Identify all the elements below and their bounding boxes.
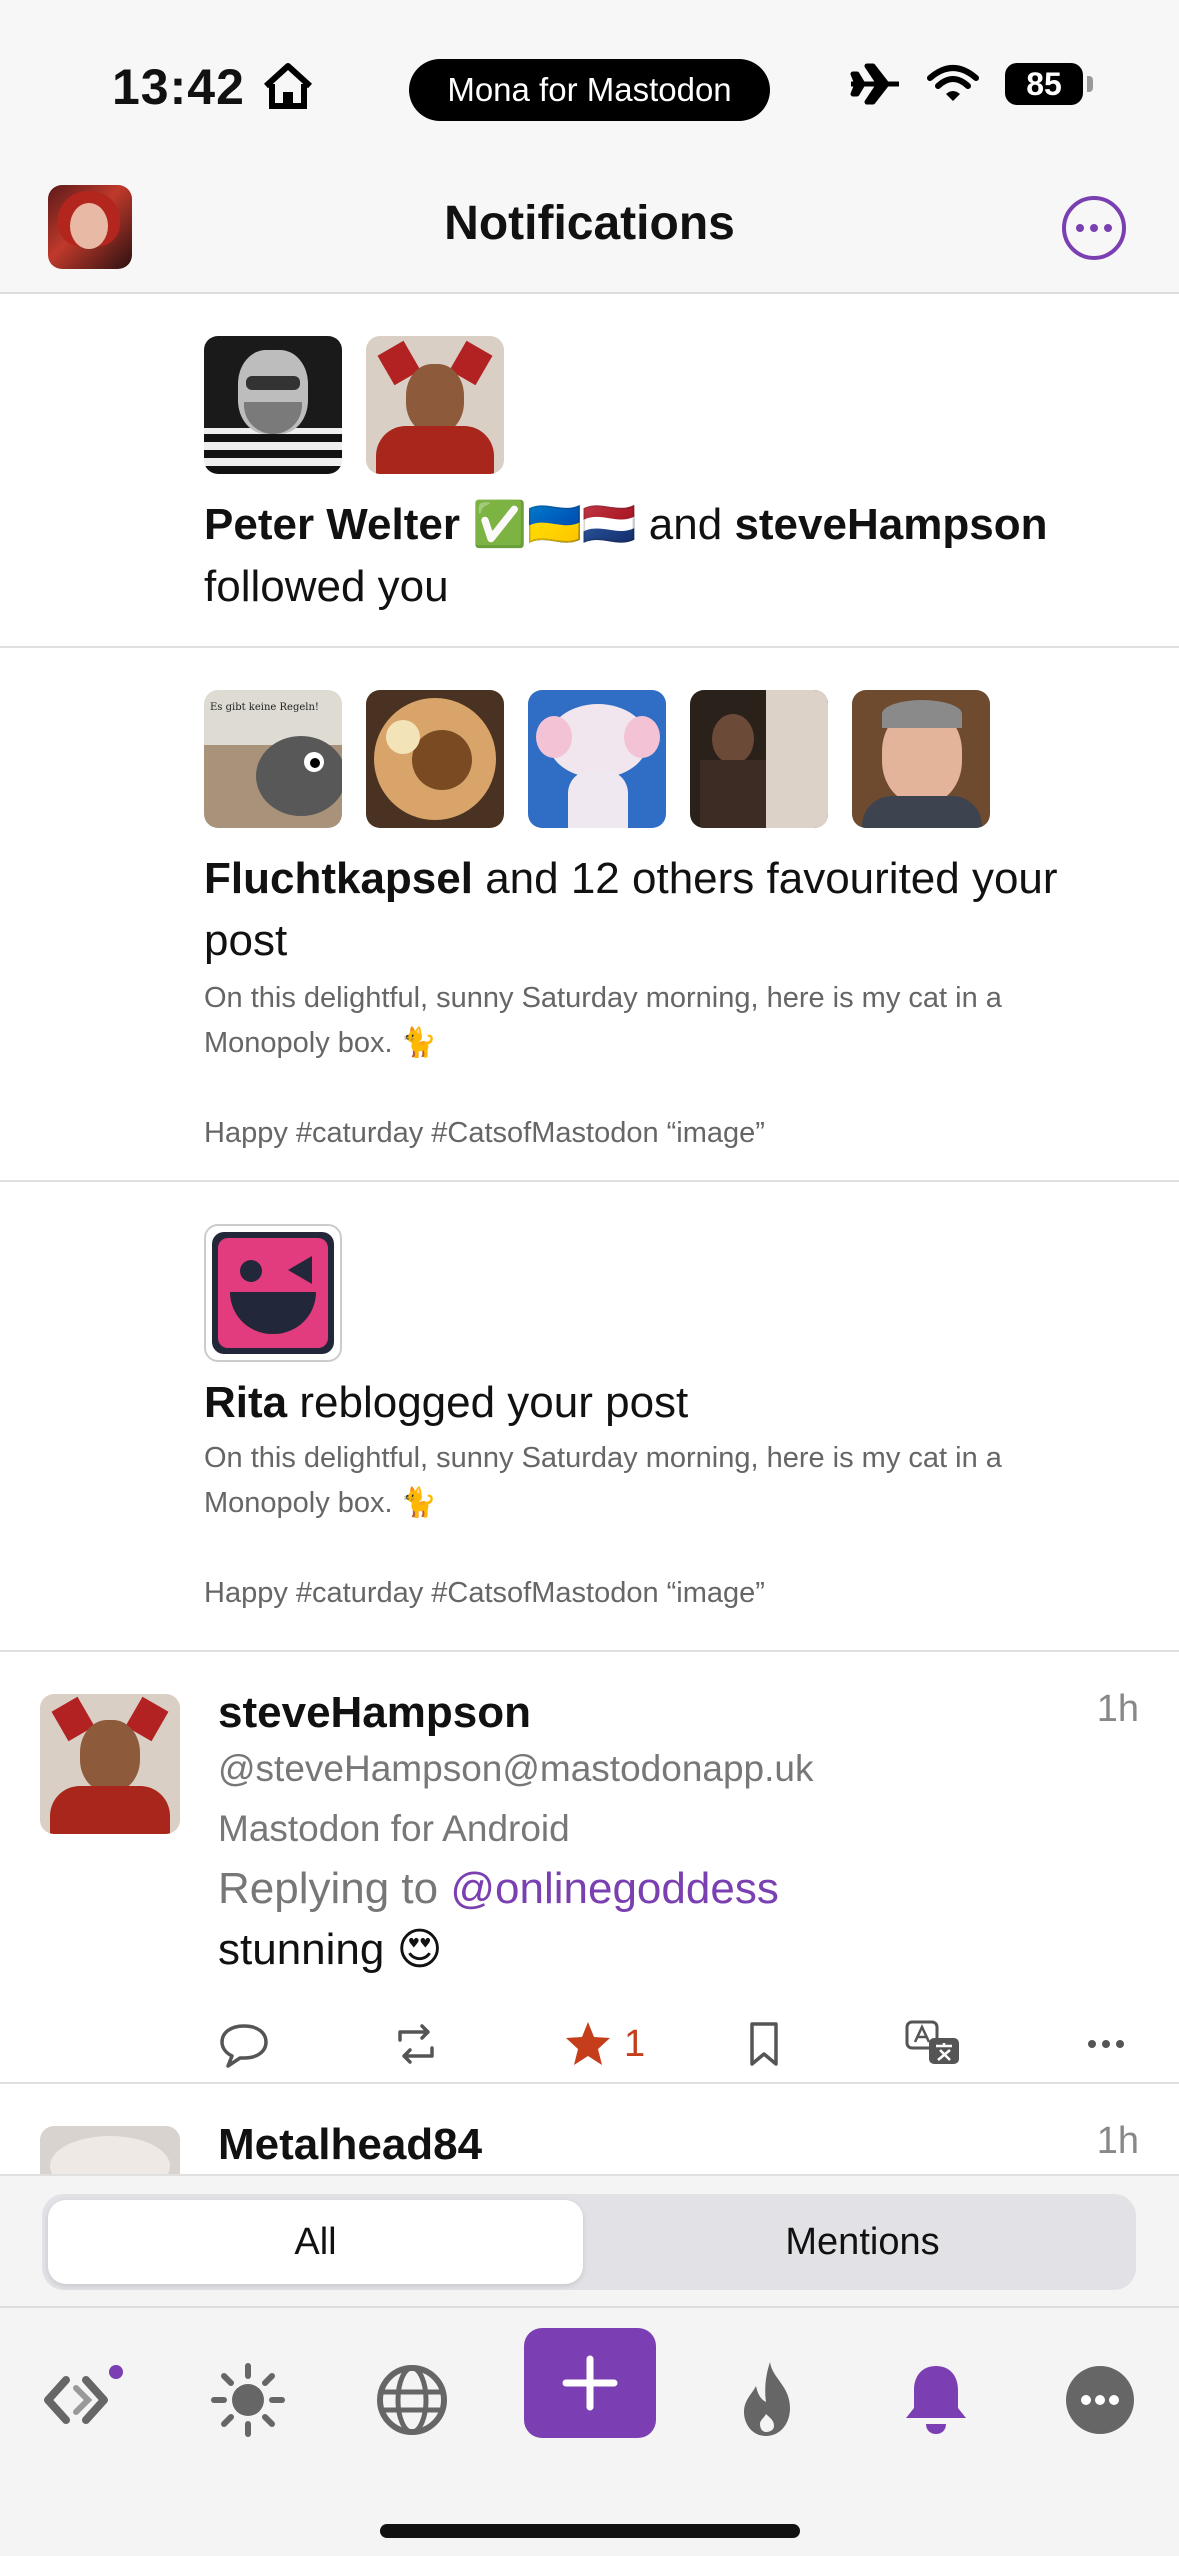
- avatar[interactable]: [40, 1694, 180, 1834]
- globe-icon: [377, 2365, 447, 2435]
- tab-explore[interactable]: [356, 2344, 468, 2456]
- reply-button[interactable]: [218, 2016, 270, 2072]
- more-icon: [1066, 2366, 1134, 2434]
- status-bar: 13:42 Mona for Mastodon 85: [0, 0, 1179, 170]
- favourite-count: 1: [624, 2022, 646, 2065]
- bookmark-button[interactable]: [738, 2016, 790, 2072]
- follower-name[interactable]: Peter Welter: [204, 500, 460, 549]
- battery-indicator: 85: [1005, 63, 1093, 105]
- tab-notifications[interactable]: [880, 2344, 992, 2456]
- ellipsis-icon: [1088, 2040, 1124, 2048]
- tab-timeline[interactable]: [28, 2344, 140, 2456]
- follower-name[interactable]: steveHampson: [734, 500, 1047, 549]
- translate-button[interactable]: [898, 2016, 968, 2072]
- post-author-handle: @steveHampson@mastodonapp.uk: [218, 1748, 814, 1789]
- notification-favourite[interactable]: Es gibt keine Regeln! Fluchtkapsel and 1…: [0, 648, 1179, 1182]
- tab-mentions[interactable]: Mentions: [595, 2200, 1130, 2284]
- notification-post[interactable]: Metalhead84 1h: [0, 2084, 1179, 2174]
- avatar[interactable]: [366, 336, 504, 474]
- notification-action: reblogged your post: [287, 1378, 689, 1427]
- avatar[interactable]: [366, 690, 504, 828]
- flame-icon: [744, 2362, 790, 2436]
- sun-icon: [211, 2363, 285, 2437]
- avatar[interactable]: [40, 2126, 180, 2174]
- notifications-feed[interactable]: Peter Welter ✅🇺🇦🇳🇱 and steveHampson foll…: [0, 294, 1179, 2174]
- airplane-icon: [850, 63, 899, 105]
- avatar[interactable]: [690, 690, 828, 828]
- post-body: stunning 😍: [218, 1925, 443, 1974]
- star-icon: [566, 2022, 610, 2065]
- status-icons: 85: [849, 62, 1093, 106]
- notification-action: followed you: [204, 562, 449, 611]
- post-author-name[interactable]: Metalhead84: [218, 2120, 482, 2170]
- notification-follow[interactable]: Peter Welter ✅🇺🇦🇳🇱 and steveHampson foll…: [0, 294, 1179, 648]
- post-timestamp: 1h: [1096, 1688, 1139, 1730]
- notification-mention-post[interactable]: steveHampson 1h @steveHampson@mastodonap…: [0, 1652, 1179, 2084]
- post-actions: 1: [218, 2016, 1138, 2072]
- favouriter-name[interactable]: Fluchtkapsel: [204, 854, 473, 903]
- plus-icon: [562, 2355, 618, 2411]
- reblogger-name[interactable]: Rita: [204, 1378, 287, 1427]
- avatar[interactable]: Es gibt keine Regeln!: [204, 690, 342, 828]
- favourite-button[interactable]: 1: [562, 2016, 645, 2072]
- app-pill: Mona for Mastodon: [409, 59, 770, 121]
- filter-bar: All Mentions: [0, 2174, 1179, 2306]
- avatar[interactable]: [528, 690, 666, 828]
- post-preview[interactable]: On this delightful, sunny Saturday morni…: [204, 1436, 1104, 1616]
- notification-conjunction: and: [636, 500, 735, 549]
- post-preview[interactable]: On this delightful, sunny Saturday morni…: [204, 976, 1104, 1156]
- navigation-bar: Notifications: [0, 170, 1179, 294]
- bell-icon: [906, 2366, 966, 2434]
- avatar[interactable]: [204, 1224, 342, 1362]
- compose-button[interactable]: [524, 2328, 656, 2438]
- tab-trending[interactable]: [712, 2344, 824, 2456]
- page-title: Notifications: [444, 197, 735, 250]
- post-client: Mastodon for Android: [218, 1808, 570, 1849]
- notification-reblog[interactable]: Rita reblogged your post On this delight…: [0, 1182, 1179, 1652]
- bookmark-icon: [750, 2022, 778, 2066]
- home-indicator: [380, 2524, 800, 2538]
- post-timestamp: 1h: [1096, 2120, 1139, 2162]
- reply-icon: [220, 2024, 268, 2068]
- favouriter-avatars: Es gibt keine Regeln!: [204, 690, 990, 828]
- boost-button[interactable]: [390, 2016, 442, 2072]
- wifi-icon: [927, 65, 979, 101]
- mention-link[interactable]: @onlinegoddess: [450, 1864, 778, 1913]
- post-author-name[interactable]: steveHampson: [218, 1688, 531, 1738]
- home-icon: [263, 63, 313, 109]
- boost-icon: [398, 2024, 434, 2064]
- reply-indicator: Replying to @onlinegoddess: [218, 1864, 779, 1913]
- tab-more[interactable]: [1044, 2344, 1156, 2456]
- status-time: 13:42: [112, 59, 245, 115]
- avatar[interactable]: [204, 336, 342, 474]
- more-options-button[interactable]: [1062, 196, 1126, 260]
- tab-for-you[interactable]: [192, 2344, 304, 2456]
- tab-bar: [0, 2306, 1179, 2556]
- follower-avatars: [204, 336, 504, 474]
- post-more-button[interactable]: [1080, 2016, 1132, 2072]
- tab-all[interactable]: All: [48, 2200, 583, 2284]
- follower-badges: ✅🇺🇦🇳🇱: [472, 500, 637, 549]
- segmented-control: All Mentions: [42, 2194, 1136, 2290]
- avatar[interactable]: [852, 690, 990, 828]
- avatar-caption: Es gibt keine Regeln!: [210, 702, 319, 713]
- timeline-icon: [44, 2365, 123, 2424]
- translate-icon: [905, 2020, 959, 2064]
